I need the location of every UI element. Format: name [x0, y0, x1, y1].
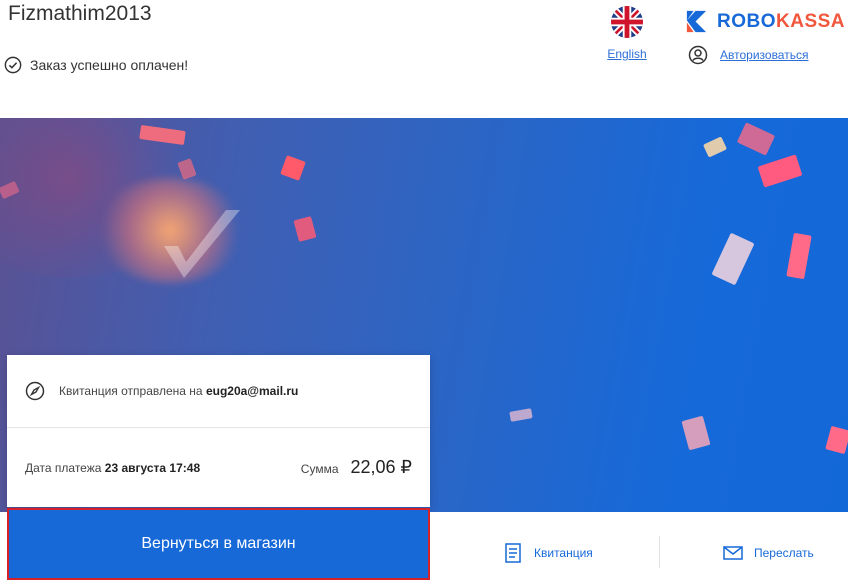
uk-flag-icon[interactable]: [611, 6, 643, 38]
language-switcher[interactable]: English: [604, 6, 650, 63]
back-to-shop-button[interactable]: Вернуться в магазин: [7, 508, 430, 580]
receipt-card: Квитанция отправлена на eug20a@mail.ru Д…: [7, 355, 430, 507]
action-divider: [659, 536, 660, 568]
receipt-email: eug20a@mail.ru: [205, 384, 299, 398]
logo-text-kassa: KASSA: [776, 10, 846, 32]
checkmark-watermark-icon: [164, 210, 240, 278]
robokassa-mark-icon: [686, 10, 707, 33]
document-icon[interactable]: [502, 542, 524, 564]
receipt-button[interactable]: Квитанция: [502, 542, 593, 564]
check-circle-icon: [4, 56, 22, 74]
receipt-button-label[interactable]: Квитанция: [534, 546, 593, 560]
payment-date-value: 23 августа 17:48: [104, 460, 201, 475]
forward-button-label[interactable]: Переслать: [754, 546, 814, 560]
language-link[interactable]: English: [607, 47, 646, 61]
receipt-sent-row: Квитанция отправлена на eug20a@mail.ru: [7, 355, 430, 428]
sum-value: 22,06 ₽: [350, 457, 413, 477]
payment-status: Заказ успешно оплачен!: [4, 56, 188, 74]
logo-text-robo: ROBO: [717, 10, 776, 32]
payment-date-label: Дата платежа: [25, 460, 102, 475]
sum-label: Сумма: [300, 462, 339, 476]
shop-name: Fizmathim2013: [8, 2, 152, 25]
forward-button[interactable]: Переслать: [722, 542, 814, 564]
payment-details-row: Дата платежа 23 августа 17:48 Сумма 22,0…: [7, 428, 430, 507]
user-icon[interactable]: [688, 45, 708, 65]
action-bar: Квитанция Переслать: [430, 512, 848, 584]
status-text: Заказ успешно оплачен!: [30, 57, 189, 73]
mail-icon[interactable]: [722, 542, 744, 564]
receipt-sent-prefix: Квитанция отправлена на: [59, 384, 203, 398]
auth-link-group[interactable]: Авторизоваться: [688, 45, 808, 65]
compass-icon: [25, 381, 45, 401]
robokassa-logo: ROBOKASSA: [684, 9, 845, 34]
auth-link[interactable]: Авторизоваться: [720, 48, 808, 62]
